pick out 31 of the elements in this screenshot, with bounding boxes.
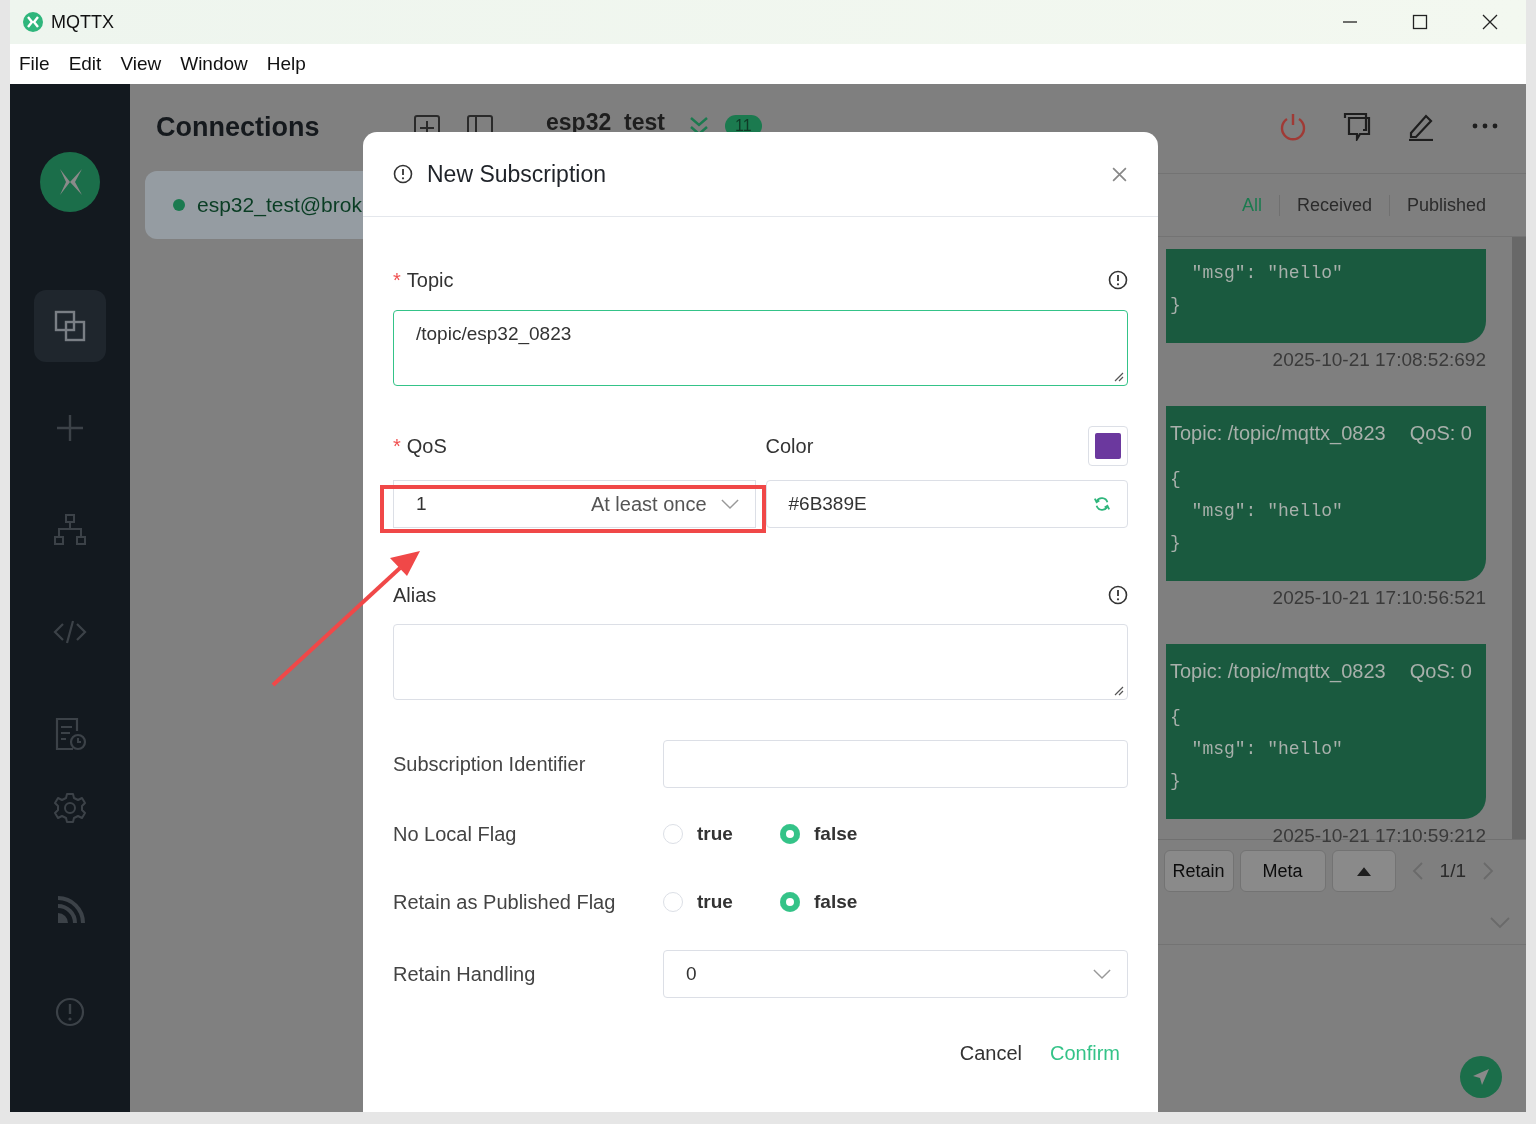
field-label: Color <box>765 434 814 458</box>
field-label: Retain as Published Flag <box>393 890 617 914</box>
payload-line: { <box>1170 468 1182 491</box>
connection-title: esp32_test <box>546 109 665 136</box>
message-time: 2025-10-21 17:08:52:692 <box>1272 349 1486 371</box>
field-label: No Local Flag <box>393 822 518 846</box>
field-label: Subscription Identifier <box>393 752 587 776</box>
qos-description: At least once <box>590 492 707 516</box>
message-qos: QoS: 0 <box>1409 660 1472 683</box>
payload-line: "msg": "hello" <box>1190 738 1344 761</box>
window-title: MQTTX <box>51 11 114 33</box>
field-label: Topic <box>406 268 454 292</box>
field-label: QoS <box>406 434 447 458</box>
payload-line: "msg": "hello" <box>1190 500 1344 523</box>
page-indicator: 1/1 <box>1439 860 1466 882</box>
field-label: Alias <box>393 583 437 607</box>
panel-title: Connections <box>156 112 321 143</box>
message-qos: QoS: 0 <box>1409 422 1472 445</box>
message-topic: Topic: /topic/mqttx_0823 <box>1170 422 1386 445</box>
payload-line: "msg": "hello" <box>1190 262 1344 285</box>
required-mark: * <box>393 268 401 292</box>
required-mark: * <box>393 434 401 458</box>
payload-line: { <box>1170 706 1182 729</box>
payload-line: } <box>1170 532 1182 555</box>
payload-line: } <box>1170 770 1182 793</box>
payload-line: } <box>1170 294 1182 317</box>
message-topic: Topic: /topic/mqttx_0823 <box>1170 660 1386 683</box>
message-time: 2025-10-21 17:10:59:212 <box>1272 825 1486 847</box>
dialog-title: New Subscription <box>427 160 606 188</box>
field-label: Retain Handling <box>393 962 537 986</box>
message-time: 2025-10-21 17:10:56:521 <box>1272 587 1486 609</box>
